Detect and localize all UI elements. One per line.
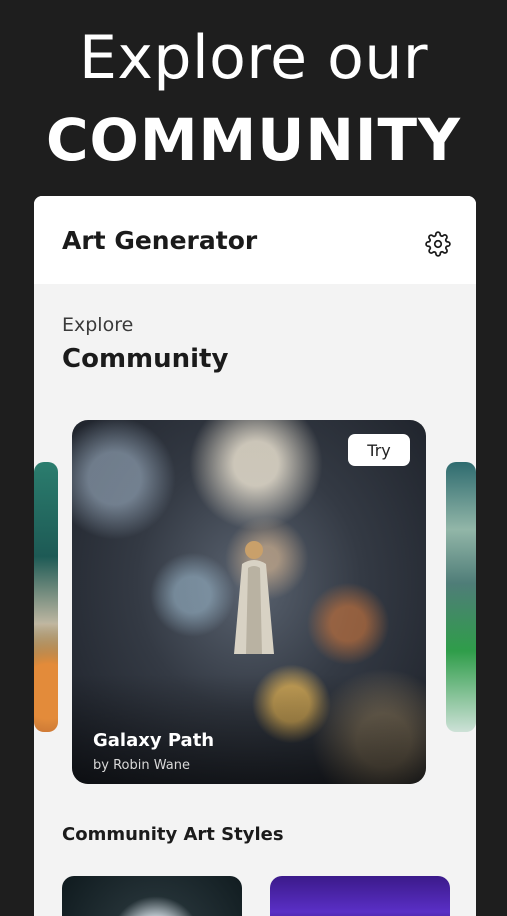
gear-icon[interactable] [424, 230, 452, 258]
try-button[interactable]: Try [348, 434, 410, 466]
artwork-figure [234, 541, 274, 654]
app-title: Art Generator [62, 226, 258, 255]
promo-headline-line2: COMMUNITY [45, 106, 462, 174]
art-style-card[interactable] [270, 876, 450, 916]
carousel-next-card[interactable] [446, 462, 476, 732]
artwork-author: by Robin Wane [93, 758, 190, 773]
section-eyebrow: Explore [62, 314, 134, 336]
app-bar: Art Generator [34, 196, 476, 284]
featured-art-card[interactable]: Try Galaxy Path by Robin Wane [72, 420, 426, 784]
section-heading: Community [62, 344, 229, 374]
art-style-card[interactable] [62, 876, 242, 916]
artwork-title: Galaxy Path [93, 730, 215, 751]
promo-headline-line1: Explore our [78, 23, 429, 93]
carousel-prev-card[interactable] [34, 462, 58, 732]
art-styles-heading: Community Art Styles [62, 824, 284, 845]
app-screen: Art Generator Explore Community Try Gala… [34, 196, 476, 916]
